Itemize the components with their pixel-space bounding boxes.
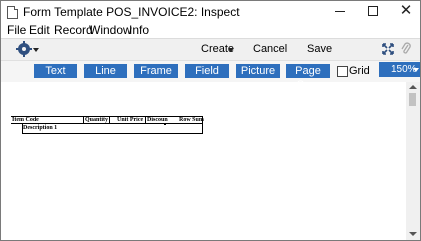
- form-table[interactable]: Item Code Quantity Unit Price Discoun Ro…: [11, 116, 204, 135]
- cancel-button[interactable]: Cancel: [253, 43, 287, 55]
- paperclip-icon[interactable]: [400, 42, 412, 56]
- minimize-button[interactable]: [325, 1, 355, 22]
- menu-info[interactable]: Info: [129, 23, 149, 37]
- toolbar: Create Cancel Save: [1, 38, 420, 61]
- menu-window[interactable]: Window: [89, 23, 132, 37]
- tools-row: Text Line Frame Field Picture Page Sum G…: [1, 60, 420, 91]
- vertical-scrollbar[interactable]: [406, 82, 420, 240]
- field-tool-button[interactable]: Field: [185, 64, 229, 78]
- inspect-window: Form Template POS_INVOICE2: Inspect ✕ Fi…: [0, 0, 421, 241]
- column-header-quantity[interactable]: Quantity: [85, 117, 108, 123]
- minimize-icon: [335, 11, 345, 12]
- scroll-up-icon[interactable]: [409, 85, 417, 89]
- close-icon: ✕: [399, 2, 413, 19]
- column-header-unit-price[interactable]: Unit Price: [117, 117, 143, 123]
- form-canvas[interactable]: Item Code Quantity Unit Price Discoun Ro…: [1, 82, 406, 240]
- maximize-button[interactable]: [358, 1, 388, 22]
- column-divider: [83, 116, 84, 124]
- selection-handle[interactable]: [164, 123, 166, 125]
- table-bottom-line: [22, 133, 203, 134]
- text-tool-button[interactable]: Text: [34, 64, 77, 78]
- chevron-down-icon[interactable]: [33, 48, 39, 52]
- create-dropdown-icon[interactable]: [228, 48, 234, 52]
- maximize-icon: [368, 6, 378, 16]
- column-header-item-code[interactable]: Item Code: [12, 117, 39, 123]
- grid-checkbox[interactable]: [337, 66, 348, 77]
- title-bar[interactable]: Form Template POS_INVOICE2: Inspect ✕: [1, 1, 420, 22]
- gear-icon[interactable]: [16, 41, 32, 57]
- close-button[interactable]: ✕: [391, 1, 420, 22]
- table-header-line: [11, 123, 203, 124]
- expand-icon[interactable]: [382, 43, 394, 55]
- menu-bar: File Edit Record Window Info: [1, 22, 420, 38]
- column-divider: [109, 116, 110, 124]
- document-icon: [7, 6, 18, 19]
- grid-label: Grid: [349, 65, 370, 77]
- page-sum-tool-button[interactable]: Page Sum: [286, 64, 330, 91]
- column-divider: [145, 116, 146, 124]
- scroll-thumb[interactable]: [409, 93, 416, 106]
- scroll-down-icon[interactable]: [409, 232, 417, 236]
- zoom-dropdown[interactable]: 150%: [379, 62, 420, 77]
- description-field[interactable]: Description 1: [23, 125, 57, 131]
- chevron-down-icon: [413, 68, 419, 72]
- save-button[interactable]: Save: [307, 43, 332, 55]
- column-header-row-sum[interactable]: Row Sum: [179, 117, 204, 123]
- menu-record[interactable]: Record: [54, 23, 93, 37]
- menu-file[interactable]: File: [7, 23, 26, 37]
- window-title: Form Template POS_INVOICE2: Inspect: [23, 5, 240, 19]
- menu-edit[interactable]: Edit: [29, 23, 50, 37]
- picture-tool-button[interactable]: Picture: [236, 64, 280, 78]
- frame-tool-button[interactable]: Frame: [134, 64, 178, 78]
- line-tool-button[interactable]: Line: [84, 64, 127, 78]
